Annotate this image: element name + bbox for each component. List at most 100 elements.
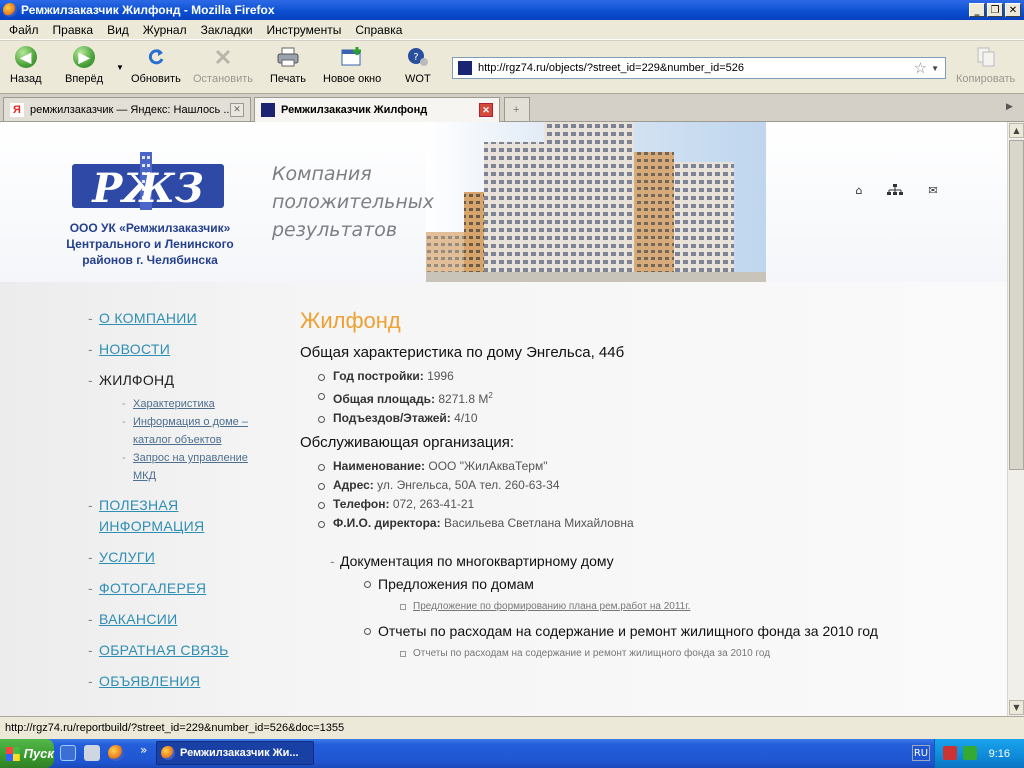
new-window-label: Новое окно [323, 73, 382, 85]
firefox-task-icon [161, 746, 175, 760]
new-tab-button[interactable]: + [504, 97, 530, 121]
tab-scroll-icon[interactable]: ▶ [1006, 102, 1013, 112]
nav-item-feedback[interactable]: ОБРАТНАЯ СВЯЗЬ [88, 640, 268, 661]
general-properties: Год постройки: 1996 Общая площадь: 8271.… [318, 367, 980, 428]
home-icon[interactable]: ⌂ [852, 184, 866, 197]
menu-edit[interactable]: Правка [46, 23, 101, 37]
reload-button[interactable]: Обновить [131, 45, 181, 85]
menu-bookmarks[interactable]: Закладки [194, 23, 260, 37]
org-director: Ф.И.О. директора: Васильева Светлана Мих… [318, 514, 980, 533]
svg-text:РЖЗ: РЖЗ [91, 165, 203, 212]
company-line-2: Центрального и Ленинского [66, 237, 234, 251]
doc-link[interactable]: Предложение по формированию плана рем.ра… [400, 601, 980, 612]
documentation-section: Документация по многоквартирному дому Пр… [330, 553, 980, 659]
rzhz-logo-icon: РЖЗ [72, 152, 224, 212]
tab-label: ремжилзаказчик — Яндекс: Нашлось ... [30, 103, 233, 116]
back-button[interactable]: ◀ Назад [10, 45, 42, 85]
wot-button[interactable]: ? WOT [405, 45, 431, 85]
nav-item-services[interactable]: УСЛУГИ [88, 547, 268, 568]
main-content: Жилфонд Общая характеристика по дому Энг… [300, 306, 980, 669]
address-bar[interactable]: http://rgz74.ru/objects/?street_id=229&n… [452, 57, 946, 79]
task-label: Ремжилзаказчик Жи... [180, 747, 299, 759]
doc-link[interactable]: Отчеты по расходам на содержание и ремон… [400, 648, 980, 659]
nav-item-announcements[interactable]: ОБЪЯВЛЕНИЯ [88, 671, 268, 692]
slogan: Компания положительных результатов [272, 160, 434, 244]
reload-icon [144, 45, 168, 69]
slogan-line-1: Компания [272, 163, 372, 185]
status-text: http://rgz74.ru/reportbuild/?street_id=2… [5, 722, 345, 734]
sitemap-icon[interactable] [886, 184, 904, 196]
scroll-down-icon[interactable]: ▼ [1009, 700, 1024, 715]
forward-button[interactable]: ▶ Вперёд [65, 45, 103, 85]
left-navigation: О КОМПАНИИ НОВОСТИ ЖИЛФОНД Характеристик… [88, 308, 268, 702]
content-area: О КОМПАНИИ НОВОСТИ ЖИЛФОНД Характеристик… [0, 282, 1007, 716]
forward-dropdown-icon[interactable]: ▼ [116, 63, 124, 72]
subnav-characteristics[interactable]: Характеристика [122, 395, 268, 413]
language-indicator[interactable]: RU [912, 745, 930, 761]
nav-item-vacancies[interactable]: ВАКАНСИИ [88, 609, 268, 630]
subnav-request[interactable]: Запрос на управление МКД [122, 449, 268, 485]
firefox-icon [3, 3, 17, 17]
copy-button[interactable]: Копировать [956, 45, 1015, 85]
bookmark-star-icon[interactable]: ☆ [914, 59, 927, 77]
firefox-quicklaunch-icon[interactable] [108, 745, 124, 761]
close-button[interactable]: ✕ [1005, 3, 1021, 17]
tab-rgz[interactable]: Ремжилзаказчик Жилфонд ✕ [254, 97, 500, 122]
close-tab-icon[interactable]: ✕ [479, 103, 493, 117]
new-window-button[interactable]: Новое окно [323, 45, 381, 85]
copy-icon [974, 45, 998, 69]
nav-item-about[interactable]: О КОМПАНИИ [88, 308, 268, 329]
restore-button[interactable]: ❐ [987, 3, 1003, 17]
close-tab-icon[interactable]: ✕ [230, 102, 244, 117]
slogan-line-3: результатов [272, 219, 398, 241]
nav-item-gallery[interactable]: ФОТОГАЛЕРЕЯ [88, 578, 268, 599]
desktop-quicklaunch-icon[interactable] [84, 745, 100, 761]
company-line-3: районов г. Челябинска [82, 253, 218, 267]
tab-yandex[interactable]: Я ремжилзаказчик — Яндекс: Нашлось ... ✕ [3, 97, 251, 121]
scrollbar-thumb[interactable] [1009, 140, 1024, 470]
back-arrow-icon: ◀ [14, 45, 38, 69]
general-heading: Общая характеристика по дому Энгельса, 4… [300, 344, 625, 361]
new-window-icon [340, 45, 364, 69]
menu-history[interactable]: Журнал [136, 23, 194, 37]
system-tray: 9:16 [934, 739, 1024, 768]
menu-tools[interactable]: Инструменты [260, 23, 349, 37]
site-favicon-icon [458, 61, 472, 75]
tray-app-icon[interactable] [943, 746, 957, 760]
nav-item-useful-info[interactable]: ПОЛЕЗНАЯ ИНФОРМАЦИЯ [88, 495, 268, 537]
page-title: Жилфонд [300, 308, 401, 333]
minimize-button[interactable]: _ [969, 3, 985, 17]
menu-view[interactable]: Вид [100, 23, 136, 37]
ie-quicklaunch-icon[interactable] [60, 745, 76, 761]
tray-network-icon[interactable] [963, 746, 977, 760]
nav-item-housing[interactable]: ЖИЛФОНД [88, 370, 268, 391]
subnav-catalog[interactable]: Информация о доме – каталог объектов [122, 413, 268, 449]
slogan-line-2: положительных [272, 191, 435, 213]
address-input[interactable]: http://rgz74.ru/objects/?street_id=229&n… [478, 62, 914, 74]
nav-item-news[interactable]: НОВОСТИ [88, 339, 268, 360]
start-button[interactable]: Пуск [0, 739, 54, 768]
quicklaunch-more-icon[interactable]: » [140, 743, 147, 757]
property-year: Год постройки: 1996 [318, 367, 980, 386]
property-area: Общая площадь: 8271.8 М2 [318, 386, 980, 409]
printer-icon [276, 45, 300, 69]
org-name: Наименование: ООО "ЖилАкваТерм" [318, 457, 980, 476]
copy-label: Копировать [956, 73, 1016, 85]
menu-help[interactable]: Справка [348, 23, 409, 37]
mail-icon[interactable]: ✉ [926, 184, 940, 197]
page-viewport: РЖЗ ООО УК «Ремжилзаказчик» Центрального… [0, 122, 1007, 716]
status-bar: http://rgz74.ru/reportbuild/?street_id=2… [0, 716, 1024, 739]
window-titlebar: Ремжилзаказчик Жилфонд - Mozilla Firefox… [0, 0, 1024, 20]
reload-label: Обновить [131, 73, 181, 85]
stop-button[interactable]: Остановить [193, 45, 253, 85]
menu-file[interactable]: Файл [2, 23, 46, 37]
address-dropdown-icon[interactable]: ▼ [931, 64, 939, 73]
property-floors: Подъездов/Этажей: 4/10 [318, 409, 980, 428]
org-properties: Наименование: ООО "ЖилАкваТерм" Адрес: у… [318, 457, 980, 533]
print-button[interactable]: Печать [270, 45, 306, 85]
scroll-up-icon[interactable]: ▲ [1009, 123, 1024, 138]
forward-label: Вперёд [65, 73, 104, 85]
wot-label: WOT [405, 73, 431, 85]
vertical-scrollbar[interactable]: ▲ ▼ [1007, 122, 1024, 716]
taskbar-firefox-item[interactable]: Ремжилзаказчик Жи... [156, 741, 314, 765]
